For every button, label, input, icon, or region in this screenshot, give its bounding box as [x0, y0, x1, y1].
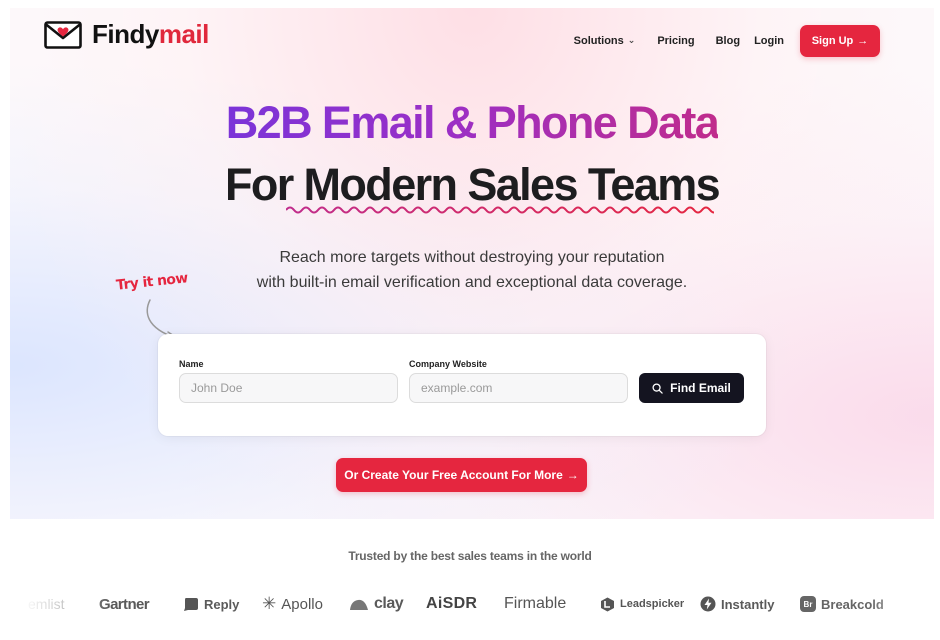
chevron-down-icon: ⌄ — [627, 34, 636, 45]
trusted-by-heading: Trusted by the best sales teams in the w… — [348, 549, 592, 563]
nav-blog[interactable]: Blog — [716, 35, 740, 47]
leadspicker-logo-icon — [601, 597, 614, 611]
headline-secondary: For Modern Sales Teams — [224, 159, 721, 210]
headline-primary: B2B Email & Phone Data — [225, 97, 720, 148]
breakcold-badge-icon: Br — [800, 596, 816, 612]
wavy-underline-decoration — [286, 206, 714, 214]
logo-apollo: ✳ Apollo — [262, 594, 323, 613]
name-input[interactable] — [179, 373, 398, 403]
logo-firmable: Firmable — [504, 595, 567, 612]
logo-reply: Reply — [183, 589, 239, 619]
envelope-heart-icon — [44, 20, 82, 49]
nav-login[interactable]: Login — [754, 35, 784, 47]
logo-strip-fade-left — [0, 585, 110, 625]
logo-aisdr: AiSDR — [426, 595, 478, 612]
arrow-right-icon: → — [566, 468, 579, 482]
nav-solutions[interactable]: Solutions ⌄ — [574, 34, 636, 48]
signup-button[interactable]: Sign Up → — [800, 25, 880, 57]
company-website-input[interactable] — [409, 373, 628, 403]
reply-logo-icon — [184, 598, 198, 611]
nav-pricing[interactable]: Pricing — [657, 35, 694, 47]
hero-section: Findymail Solutions ⌄ Pricing Blog Login… — [10, 8, 934, 519]
email-finder-card: Name Company Website Find Email — [158, 334, 766, 436]
top-nav: Solutions ⌄ Pricing Blog Login Sign Up → — [574, 25, 880, 57]
logo-clay: clay — [349, 589, 404, 619]
customer-logo-strip: emlist Gartner Reply ✳ Apollo clay AiSDR… — [0, 589, 940, 619]
company-website-label: Company Website — [409, 359, 487, 369]
asterisk-icon: ✳ — [262, 594, 277, 613]
logo-leadspicker: Leadspicker — [600, 589, 684, 619]
brand-wordmark: Findymail — [92, 19, 209, 49]
brand-logo[interactable]: Findymail — [44, 19, 209, 50]
search-icon — [652, 382, 663, 394]
name-label: Name — [179, 359, 204, 369]
logo-strip-fade-right — [870, 585, 940, 625]
lightning-bolt-icon — [700, 596, 716, 612]
create-free-account-button[interactable]: Or Create Your Free Account For More → — [336, 458, 587, 492]
clay-logo-icon — [350, 599, 368, 610]
logo-instantly: Instantly — [700, 589, 774, 619]
find-email-button[interactable]: Find Email — [639, 373, 744, 403]
arrow-right-icon: → — [857, 35, 869, 47]
